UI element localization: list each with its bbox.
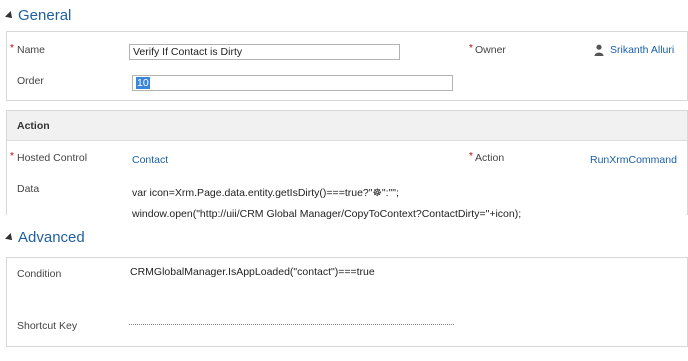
shortcut-key-input[interactable]: [129, 324, 454, 325]
order-input[interactable]: 10: [132, 75, 453, 91]
condition-label: Condition: [17, 268, 62, 280]
order-label: Order: [17, 75, 44, 87]
shortcut-key-label: Shortcut Key: [17, 320, 78, 332]
action-label: Action: [475, 152, 505, 164]
required-marker: *: [469, 151, 473, 162]
action-link[interactable]: RunXrmCommand: [590, 154, 677, 166]
general-section-box: * Name Verify If Contact is Dirty * Owne…: [6, 31, 688, 101]
hosted-control-label: Hosted Control: [17, 152, 88, 164]
hosted-control-link[interactable]: Contact: [132, 154, 168, 166]
order-value: 10: [136, 77, 150, 89]
general-section-title: General: [18, 7, 72, 24]
condition-value[interactable]: CRMGlobalManager.IsAppLoaded("contact")=…: [130, 266, 375, 278]
data-line-2[interactable]: window.open("http://uii/CRM Global Manag…: [132, 208, 521, 220]
name-label: Name: [17, 44, 46, 56]
person-icon: [594, 44, 604, 56]
general-section-header[interactable]: General: [5, 7, 72, 24]
action-section-box: Action * Hosted Control Contact * Action…: [6, 110, 688, 220]
required-marker: *: [469, 43, 473, 54]
owner-link[interactable]: Srikanth Alluri: [610, 44, 674, 56]
action-section-title: Action: [17, 120, 50, 132]
advanced-section-header[interactable]: Advanced: [5, 229, 85, 246]
required-marker: *: [10, 151, 14, 162]
data-label: Data: [17, 183, 40, 195]
action-section-header: Action: [7, 111, 687, 141]
advanced-section-box: Condition CRMGlobalManager.IsAppLoaded("…: [6, 257, 688, 347]
owner-label: Owner: [475, 44, 506, 56]
collapse-triangle-icon: [5, 10, 15, 21]
advanced-section-title: Advanced: [18, 229, 85, 246]
name-input[interactable]: Verify If Contact is Dirty: [129, 44, 400, 60]
required-marker: *: [10, 43, 14, 54]
collapse-triangle-icon: [5, 232, 15, 243]
data-line-1[interactable]: var icon=Xrm.Page.data.entity.getIsDirty…: [132, 187, 399, 199]
